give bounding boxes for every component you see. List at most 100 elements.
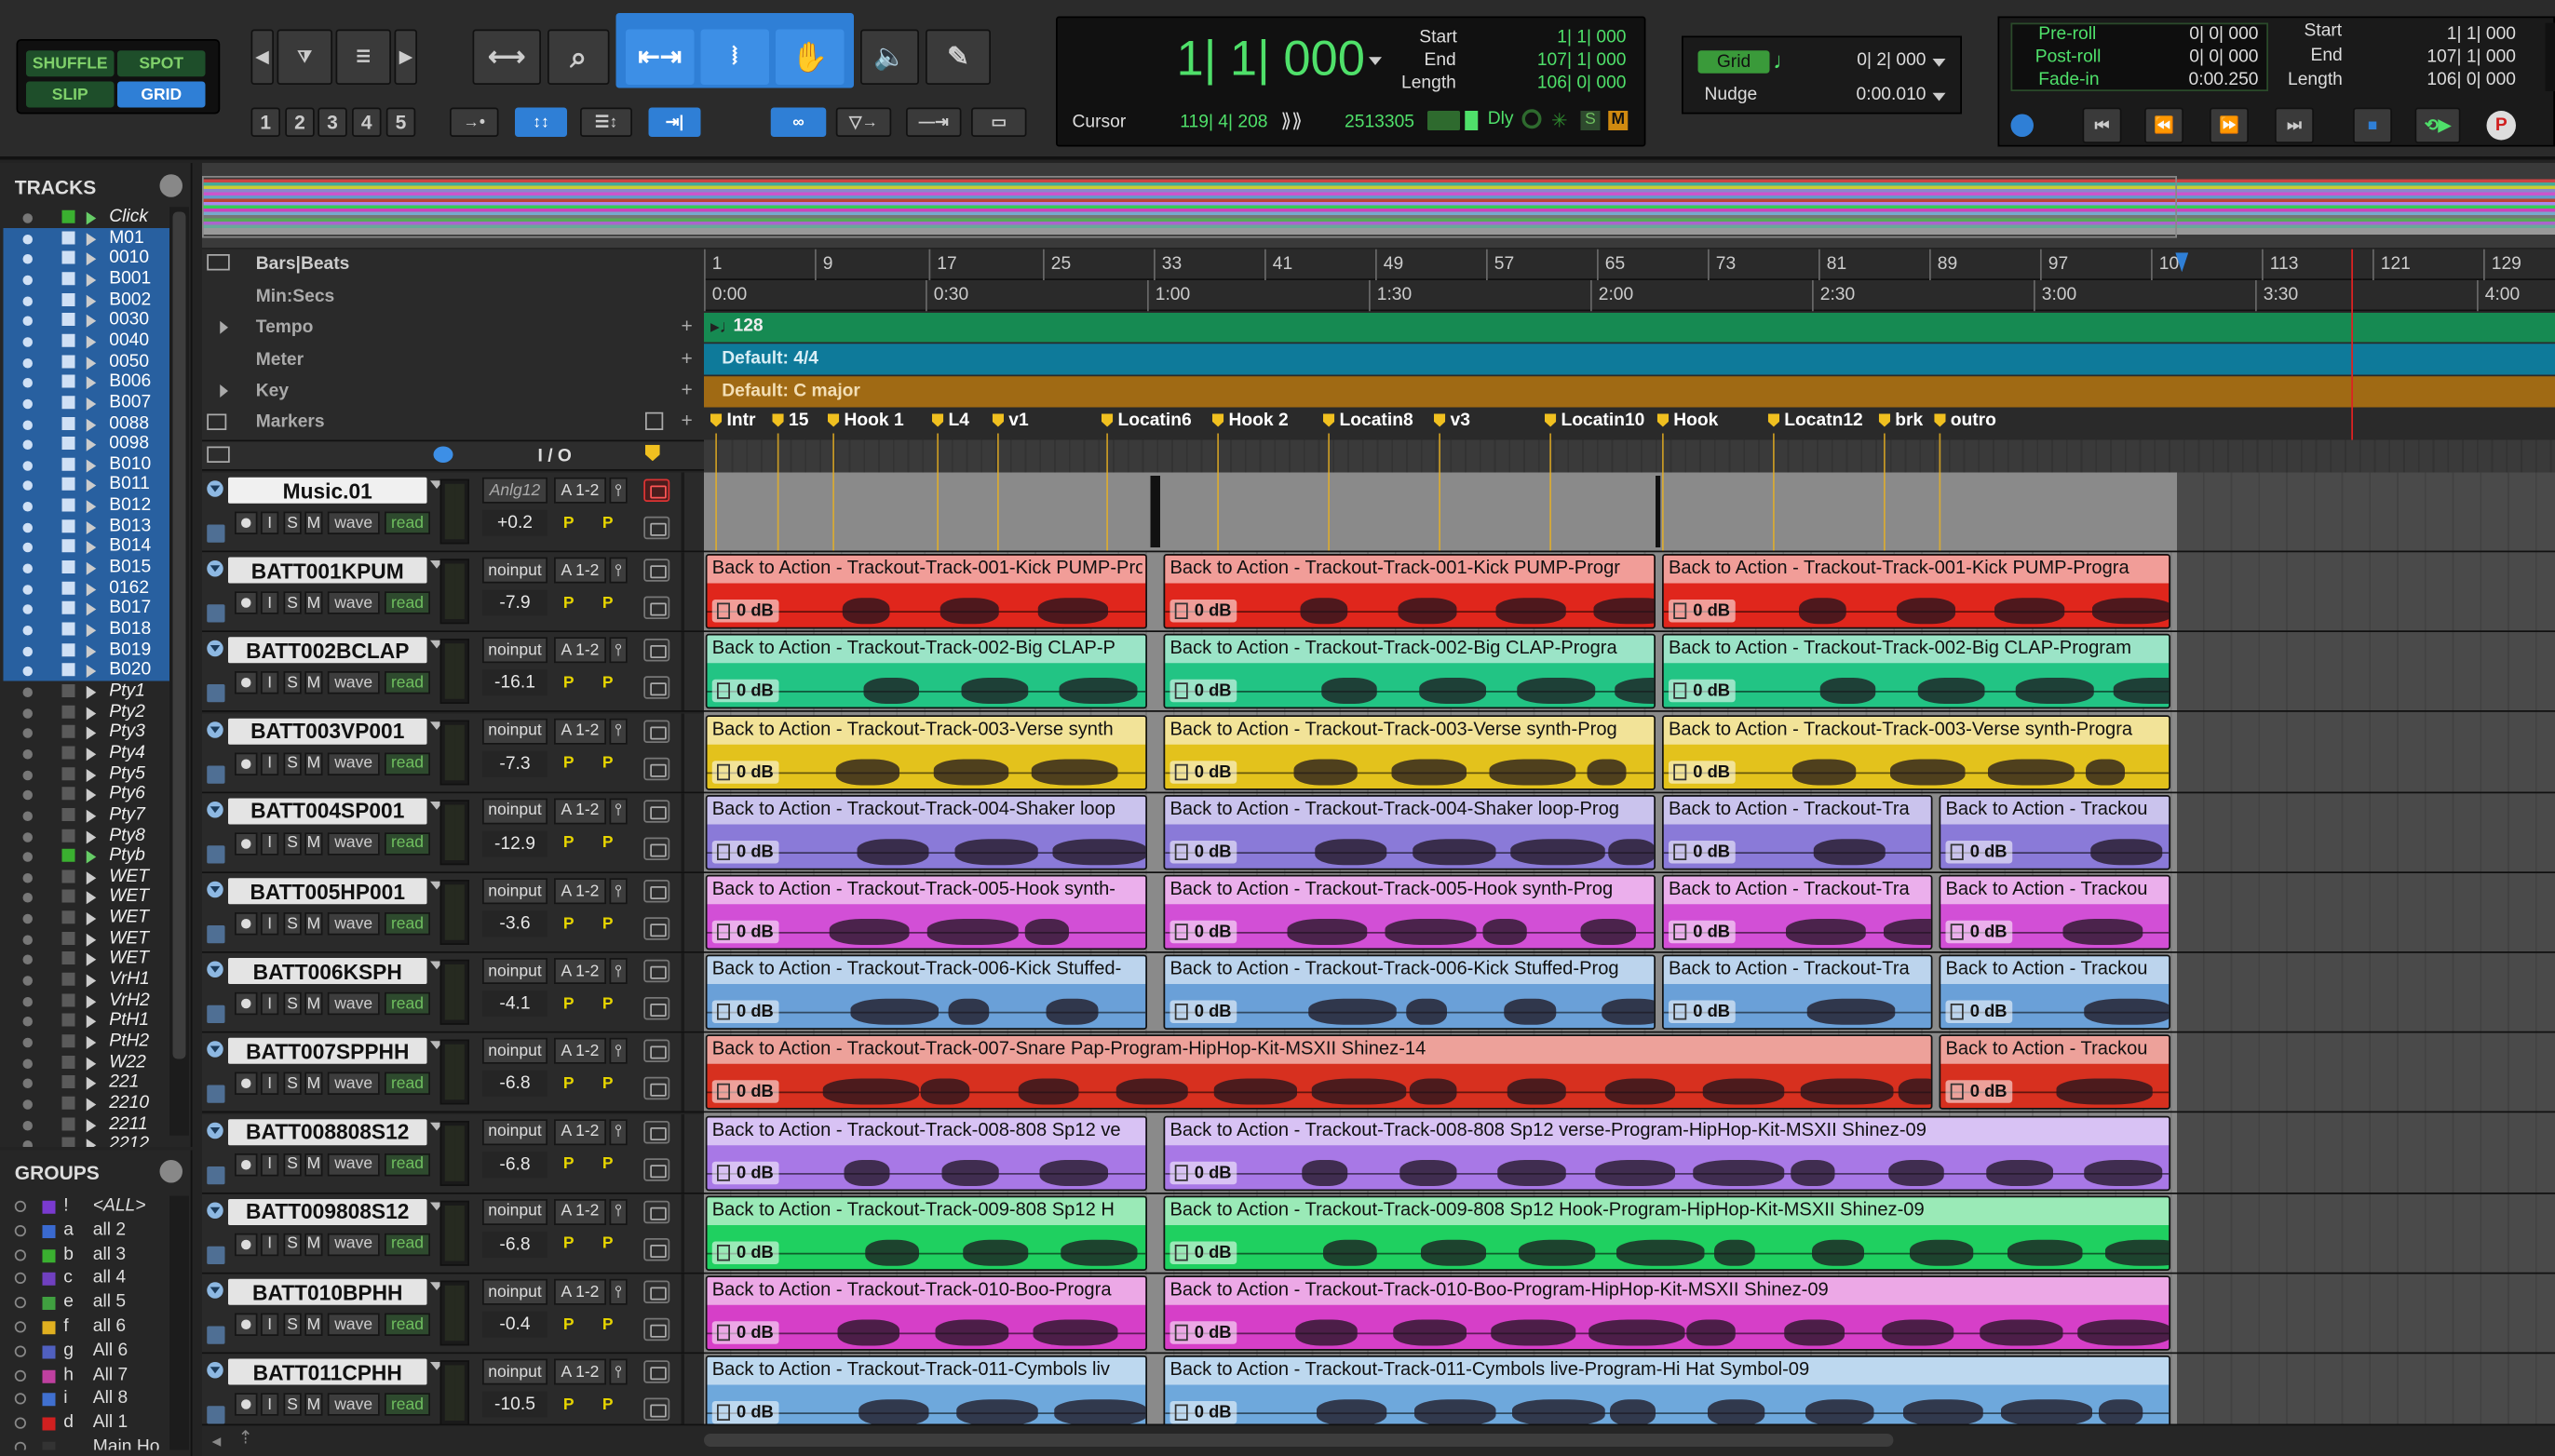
pan-left[interactable]: P	[554, 991, 584, 1018]
pan-left[interactable]: P	[554, 669, 584, 696]
output-selector[interactable]: A 1-2	[554, 798, 606, 825]
audio-clip[interactable]: Back to Action - Trackout-Track-003-Vers…	[1662, 714, 2170, 790]
clip-gain[interactable]: 0 dB	[1169, 1321, 1237, 1344]
output-selector[interactable]: A 1-2	[554, 637, 606, 664]
marker[interactable]: 15	[773, 411, 808, 434]
expand-arrow-icon[interactable]	[86, 479, 97, 493]
mute-button[interactable]: M	[304, 912, 323, 936]
volume-value[interactable]: -12.9	[482, 830, 548, 857]
record-arm-button[interactable]	[235, 751, 258, 775]
show-hide-dot-icon[interactable]	[22, 398, 33, 409]
tracks-list-item[interactable]: PtH1	[0, 1011, 193, 1031]
comments-icon[interactable]	[643, 1157, 670, 1181]
expand-arrow-icon[interactable]	[86, 665, 97, 679]
show-hide-dot-icon[interactable]	[22, 275, 33, 286]
group-item[interactable]: b all 3	[0, 1244, 193, 1268]
clip-gain[interactable]: 0 dB	[711, 1000, 779, 1024]
track-collapse-icon[interactable]	[207, 1282, 223, 1299]
pan-left[interactable]: P	[554, 1151, 584, 1178]
tracks-list-item[interactable]: Pty2	[0, 702, 193, 722]
audio-clip[interactable]: Back to Action - Trackou 0 dB	[1939, 1034, 2170, 1111]
show-hide-dot-icon[interactable]	[22, 811, 33, 821]
postroll-value[interactable]: 0| 0| 000	[2148, 47, 2258, 67]
audio-clip[interactable]: Back to Action - Trackout-Track-008-808 …	[1163, 1115, 2170, 1191]
automation-mode-selector[interactable]: read	[385, 1072, 430, 1096]
zoom-out-arrow-icon[interactable]: ◀	[250, 29, 274, 85]
pan-link-icon[interactable]: ⫯	[609, 878, 628, 905]
pan-link-icon[interactable]: ⫯	[609, 1358, 628, 1385]
pan-left[interactable]: P	[554, 1391, 584, 1418]
mute-button[interactable]: M	[304, 1393, 323, 1417]
volume-value[interactable]: -6.8	[482, 1071, 548, 1098]
expand-arrow-icon[interactable]	[86, 582, 97, 596]
clip-gain[interactable]: 0 dB	[1169, 760, 1237, 784]
show-hide-dot-icon[interactable]	[22, 584, 33, 595]
track-collapse-icon[interactable]	[207, 1362, 223, 1379]
show-hide-dot-icon[interactable]	[22, 955, 33, 965]
pan-right[interactable]: P	[593, 1391, 623, 1418]
track-name[interactable]: BATT005HP001	[228, 878, 427, 905]
automation-mode-selector[interactable]: read	[385, 671, 430, 695]
universe-overview[interactable]	[202, 163, 2555, 248]
input-selector[interactable]: noinput	[482, 958, 548, 985]
volume-value[interactable]: +0.2	[482, 509, 548, 536]
expand-arrow-icon[interactable]	[86, 417, 97, 431]
end-value[interactable]: 107| 1| 000	[1516, 50, 1627, 70]
postroll-label[interactable]: Post-roll	[2035, 47, 2102, 67]
grid-value[interactable]: 0| 2| 000	[1809, 50, 1926, 70]
audio-clip[interactable]: Back to Action - Trackout-Track-005-Hook…	[1163, 874, 1656, 950]
show-hide-dot-icon[interactable]	[22, 357, 33, 368]
expand-arrow-icon[interactable]	[86, 252, 97, 266]
track-collapse-icon[interactable]	[207, 1202, 223, 1219]
record-insert-icon[interactable]	[643, 799, 670, 823]
show-hide-dot-icon[interactable]	[22, 872, 33, 883]
comments-view-icon[interactable]	[433, 446, 453, 463]
expand-arrow-icon[interactable]	[86, 685, 97, 699]
audio-clip[interactable]: Back to Action - Trackout-Track-009-808 …	[705, 1195, 1147, 1271]
pan-link-icon[interactable]: ⫯	[609, 557, 628, 584]
clip-gain[interactable]: 0 dB	[1669, 760, 1736, 784]
window-config-icon[interactable]: ▭	[971, 107, 1027, 137]
automation-mode-selector[interactable]: read	[385, 1153, 430, 1176]
tracks-scroll-thumb[interactable]	[172, 211, 186, 1059]
record-insert-icon[interactable]	[643, 1360, 670, 1384]
trim-tool-icon[interactable]: ⇤⇥	[626, 29, 695, 85]
preroll-label[interactable]: Pre-roll	[2038, 24, 2096, 44]
tracks-list-item[interactable]: B020	[0, 660, 193, 681]
marker[interactable]: L4	[932, 411, 969, 434]
group-item[interactable]: i All 8	[0, 1389, 193, 1413]
zoom-preset-1[interactable]: 1	[250, 107, 280, 137]
input-monitor-button[interactable]: I	[261, 1233, 279, 1256]
group-item[interactable]: d All 1	[0, 1413, 193, 1437]
record-insert-icon[interactable]	[643, 479, 670, 502]
group-item[interactable]: c all 4	[0, 1268, 193, 1292]
track-name[interactable]: BATT003VP001	[228, 718, 427, 745]
marker[interactable]: Intr	[710, 411, 756, 434]
track-collapse-icon[interactable]	[207, 801, 223, 818]
markers-icon[interactable]	[207, 413, 227, 430]
tracks-list-item[interactable]: WET	[0, 908, 193, 928]
automation-mode-selector[interactable]: read	[385, 992, 430, 1016]
show-hide-dot-icon[interactable]	[22, 213, 33, 223]
ruler-view-icon[interactable]	[207, 254, 230, 271]
clip-gain[interactable]: 0 dB	[711, 1321, 779, 1344]
audio-clip[interactable]: Back to Action - Trackout-Track-001-Kick…	[1163, 554, 1656, 629]
marker[interactable]: Locatin6	[1102, 411, 1192, 434]
pan-link-icon[interactable]: ⫯	[609, 1118, 628, 1145]
show-hide-dot-icon[interactable]	[22, 563, 33, 574]
shuffle-button[interactable]: SHUFFLE	[26, 50, 115, 77]
track-collapse-icon[interactable]	[207, 1122, 223, 1139]
solo-button[interactable]: S	[283, 1393, 302, 1417]
show-hide-dot-icon[interactable]	[22, 316, 33, 327]
tracks-list-item[interactable]: 2212	[0, 1134, 193, 1147]
mute-button[interactable]: M	[304, 1313, 323, 1336]
pencil-tool-icon[interactable]: ✎	[926, 29, 991, 85]
view-selector[interactable]: wave	[327, 511, 380, 534]
midi-input-icon[interactable]	[1427, 111, 1460, 130]
expand-arrow-icon[interactable]	[86, 789, 97, 802]
expand-arrow-icon[interactable]	[86, 768, 97, 782]
record-arm-button[interactable]	[235, 1153, 258, 1176]
audio-clip[interactable]: Back to Action - Trackout-Tra 0 dB	[1662, 874, 1933, 950]
input-monitor-button[interactable]: I	[261, 1153, 279, 1176]
audio-clip[interactable]: Back to Action - Trackout-Track-003-Vers…	[705, 714, 1147, 790]
